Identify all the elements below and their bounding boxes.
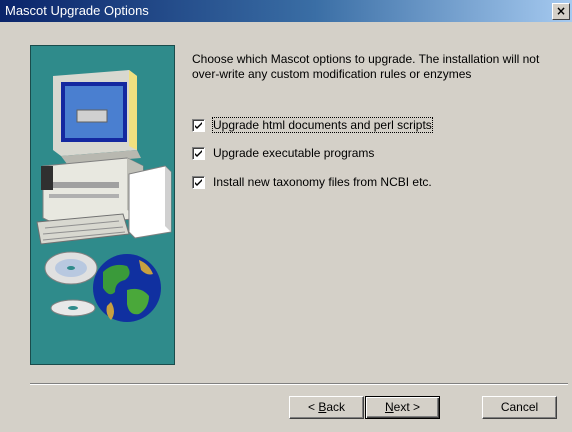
option-label: Upgrade html documents and perl scripts [212, 117, 433, 133]
checkbox[interactable] [192, 176, 205, 189]
checkmark-icon [195, 150, 202, 157]
back-button[interactable]: < Back [289, 396, 364, 419]
cancel-button[interactable]: Cancel [482, 396, 557, 419]
cd-disc-icon [44, 251, 98, 317]
wizard-illustration [30, 45, 175, 365]
option-upgrade-html[interactable]: Upgrade html documents and perl scripts [192, 117, 452, 134]
instructions-text: Choose which Mascot options to upgrade. … [192, 52, 540, 81]
option-install-taxonomy[interactable]: Install new taxonomy files from NCBI etc… [192, 175, 452, 191]
checkmark-icon [195, 179, 202, 186]
close-button[interactable]: × [552, 3, 570, 20]
option-label: Install new taxonomy files from NCBI etc… [213, 175, 432, 189]
option-upgrade-executables[interactable]: Upgrade executable programs [192, 146, 452, 162]
checkbox[interactable] [192, 119, 205, 132]
next-button[interactable]: Next > [365, 396, 440, 419]
title-bar: Mascot Upgrade Options × [0, 0, 572, 22]
window-title: Mascot Upgrade Options [5, 3, 149, 18]
close-icon: × [555, 4, 567, 18]
checkbox[interactable] [192, 147, 205, 160]
option-label: Upgrade executable programs [213, 146, 375, 160]
checkmark-icon [195, 122, 202, 129]
globe-icon [93, 254, 161, 322]
separator [30, 383, 568, 385]
computer-monitor-icon [53, 70, 141, 164]
